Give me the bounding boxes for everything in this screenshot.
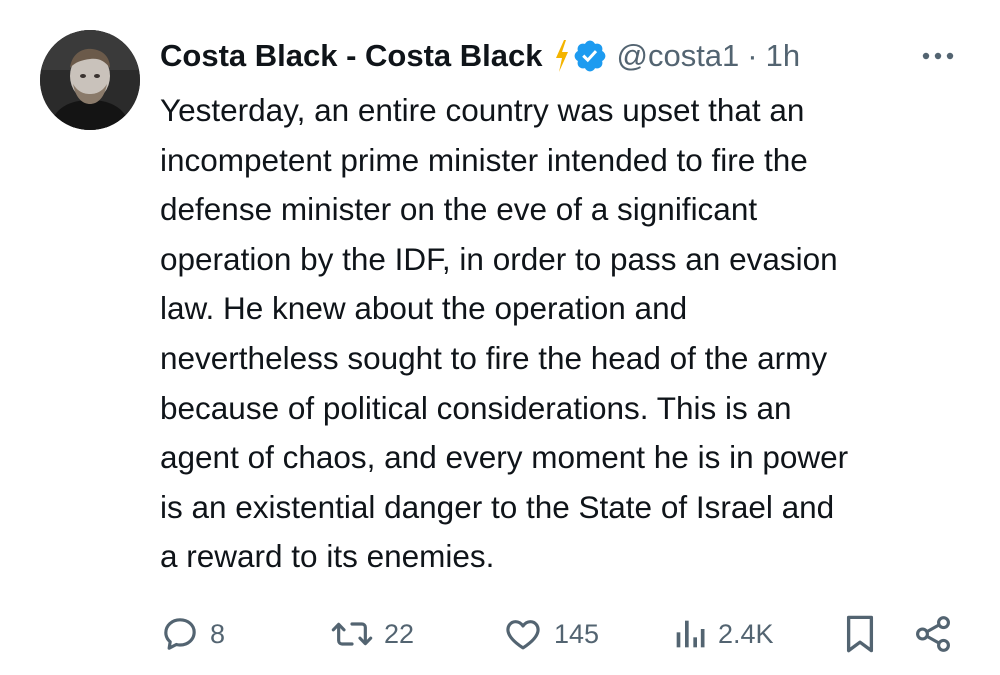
retweet-count: 22 [384,618,415,649]
timestamp[interactable]: 1h [766,34,800,78]
tweet-text-line: because of political considerations. Thi… [160,389,792,426]
share-icon [912,613,954,655]
tweet-text-line: agent of chaos, and every moment he is i… [160,439,849,476]
share-button[interactable] [912,608,954,660]
verified-icon[interactable] [572,38,608,74]
views-icon [672,614,708,654]
views-count: 2.4K [718,618,774,649]
reply-icon [160,614,200,654]
like-button[interactable]: 145 [502,608,599,660]
handle[interactable]: @costa1 [616,34,739,78]
retweet-icon [330,614,374,654]
bookmark-icon [842,613,878,655]
action-bar: 8 22 145 2.4K [160,608,970,660]
tweet-header: Costa Black - Costa Black @costa1 · 1h [160,34,970,78]
heart-icon [502,614,544,654]
reply-count: 8 [210,618,226,649]
tweet-text-line: operation by the IDF, in order to pass a… [160,240,838,277]
tweet[interactable]: Costa Black - Costa Black @costa1 · 1h Y… [0,0,1000,675]
tweet-text: Yesterday, an entire country was upset t… [160,86,970,582]
like-count: 145 [554,618,600,649]
reply-button[interactable]: 8 [160,608,225,660]
tweet-text-line: defense minister on the eve of a signifi… [160,191,758,228]
more-icon[interactable] [918,42,958,70]
bookmark-button[interactable] [842,608,878,660]
tweet-text-line: incompetent prime minister intended to f… [160,141,808,178]
retweet-button[interactable]: 22 [330,608,414,660]
avatar[interactable] [40,30,140,130]
views-button[interactable]: 2.4K [672,608,774,660]
tweet-text-line: nevertheless sought to fire the head of … [160,339,828,376]
display-name[interactable]: Costa Black - Costa Black [160,34,542,78]
tweet-text-line: Yesterday, an entire country was upset t… [160,92,805,128]
tweet-text-line: law. He knew about the operation and [160,290,688,327]
tweet-text-line: a reward to its enemies. [160,538,495,575]
separator: · [747,38,758,73]
tweet-text-line: is an existential danger to the State of… [160,488,835,525]
lightning-badge-icon [554,38,570,74]
